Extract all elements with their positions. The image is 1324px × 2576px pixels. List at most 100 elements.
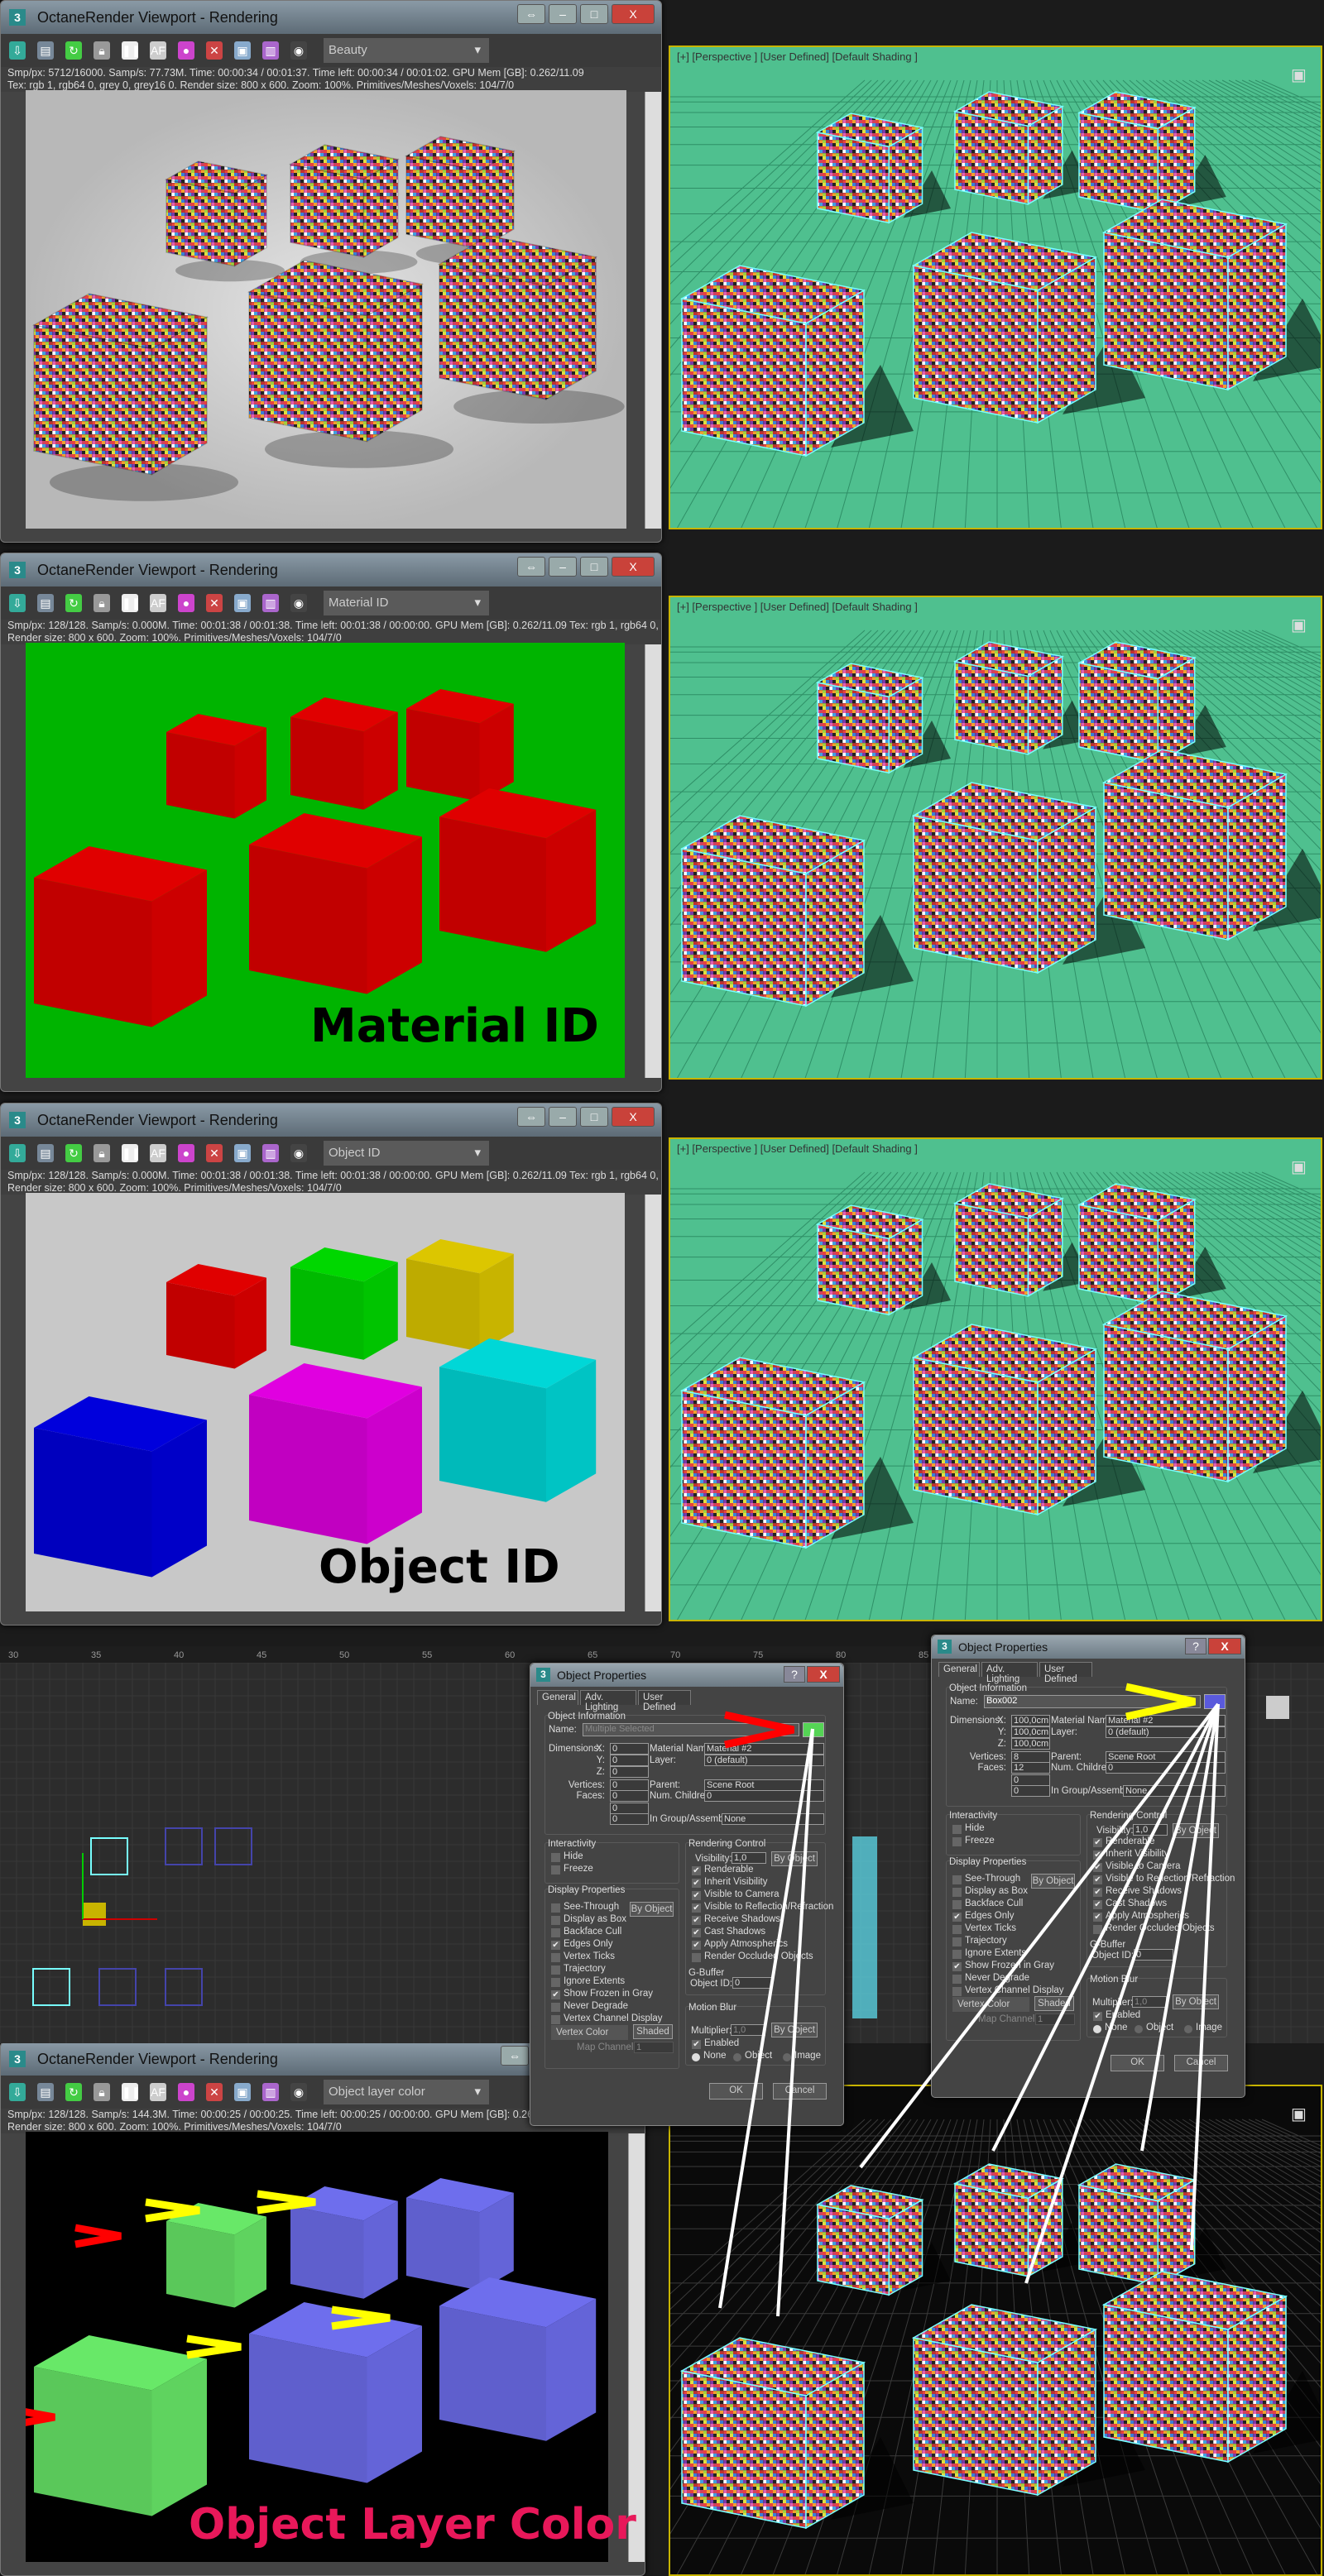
expand-icon[interactable]: ⇔ <box>501 2046 529 2066</box>
object-id-spinner[interactable]: 0 <box>1134 1949 1173 1961</box>
render-checkbox[interactable]: ✔ <box>692 1941 701 1950</box>
material-icon[interactable]: ▥ <box>262 1144 279 1162</box>
pause-icon[interactable]: ❚❚ <box>122 1144 141 1162</box>
tab-general[interactable]: General <box>938 1662 980 1677</box>
maximize-button[interactable]: □ <box>580 557 608 577</box>
name-field[interactable]: Box002 <box>984 1695 1201 1708</box>
restart-render-icon[interactable]: ↻ <box>65 594 82 612</box>
map-channel-field[interactable]: 1 <box>1035 2013 1075 2025</box>
render-checkbox[interactable]: ✔ <box>1093 1838 1102 1847</box>
display-checkbox[interactable] <box>551 1978 560 1987</box>
display-checkbox[interactable] <box>952 1925 962 1934</box>
help-button[interactable]: ? <box>1185 1638 1206 1654</box>
tab-adv-lighting[interactable]: Adv. Lighting <box>981 1662 1038 1684</box>
faces-field[interactable]: 12 <box>1011 1762 1050 1774</box>
extra-field[interactable]: 0 <box>1011 1785 1050 1797</box>
vertical-scrollbar[interactable] <box>645 644 661 1078</box>
in-group-field[interactable]: None <box>722 1813 824 1825</box>
vertex-color-dropdown[interactable]: Vertex Color <box>952 1997 1029 2012</box>
display-checkbox[interactable] <box>551 1903 560 1913</box>
dimension-x-field[interactable]: 0 <box>610 1743 649 1755</box>
close-button[interactable]: X <box>807 1666 840 1683</box>
region-render-icon[interactable]: ✕ <box>206 2083 223 2101</box>
viewport-label[interactable]: [+] [Perspective ] [User Defined] [Defau… <box>677 1142 918 1155</box>
in-group-field[interactable]: None <box>1123 1785 1226 1797</box>
display-checkbox[interactable] <box>952 1975 962 1984</box>
radio-none[interactable] <box>692 2053 700 2061</box>
extra-field[interactable]: 0 <box>610 1803 649 1814</box>
material-icon[interactable]: ▥ <box>262 41 279 60</box>
save-render-icon[interactable]: ⇩ <box>9 41 26 60</box>
map-channel-field[interactable]: 1 <box>634 2042 674 2053</box>
vertical-scrollbar[interactable] <box>628 2133 645 2562</box>
material-icon[interactable]: ▥ <box>262 594 279 612</box>
render-pass-dropdown[interactable]: Object ID <box>324 1141 489 1166</box>
radio-none[interactable] <box>1093 2025 1101 2033</box>
expand-icon[interactable]: ⇔ <box>517 1107 545 1127</box>
display-checkbox[interactable] <box>551 2003 560 2012</box>
render-pass-dropdown[interactable]: Object layer color <box>324 2080 489 2104</box>
render-checkbox[interactable]: ✔ <box>1093 1888 1102 1897</box>
minimize-button[interactable]: – <box>549 4 577 24</box>
display-checkbox[interactable] <box>551 1953 560 1962</box>
display-checkbox[interactable] <box>551 2015 560 2024</box>
dimension-y-field[interactable]: 0 <box>610 1755 649 1766</box>
display-checkbox[interactable] <box>952 1875 962 1884</box>
dimension-y-field[interactable]: 100,0cm <box>1011 1726 1050 1738</box>
ok-button[interactable]: OK <box>1111 2055 1164 2071</box>
radio-object[interactable] <box>733 2053 741 2061</box>
multiplier-spinner[interactable]: 1,0 <box>731 2024 765 2036</box>
layer-field[interactable]: 0 (default) <box>704 1755 824 1766</box>
by-object-button[interactable]: By Object <box>771 2023 818 2037</box>
viewport-label[interactable]: [+] [Perspective ] [User Defined] [Defau… <box>677 50 918 63</box>
cancel-button[interactable]: Cancel <box>1174 2055 1228 2071</box>
tab-user-defined[interactable]: User Defined <box>638 1690 691 1712</box>
by-object-button[interactable]: By Object <box>771 1851 818 1866</box>
radio-image[interactable] <box>783 2053 791 2061</box>
viewport-label[interactable]: [+] [Perspective ] [User Defined] [Defau… <box>677 601 918 613</box>
render-checkbox[interactable] <box>692 1953 701 1962</box>
display-checkbox[interactable]: ✔ <box>551 1990 560 1999</box>
dimension-x-field[interactable]: 100,0cm <box>1011 1715 1050 1726</box>
layer-field[interactable]: 0 (default) <box>1106 1726 1226 1738</box>
render-checkbox[interactable]: ✔ <box>1093 1851 1102 1860</box>
autofocus-icon[interactable]: AF <box>150 2083 166 2101</box>
num-children-field[interactable]: 0 <box>1106 1762 1226 1774</box>
display-checkbox[interactable] <box>551 1928 560 1937</box>
maximize-button[interactable]: □ <box>580 4 608 24</box>
lock-icon[interactable]: 🔒︎ <box>94 594 110 612</box>
color-picker-icon[interactable]: ● <box>178 41 194 60</box>
region-render-icon[interactable]: ✕ <box>206 1144 223 1162</box>
close-button[interactable]: X <box>612 4 655 24</box>
viewport-icon[interactable]: ▣ <box>234 1144 251 1162</box>
extra-field[interactable]: 0 <box>1011 1774 1050 1786</box>
autofocus-icon[interactable]: AF <box>150 1144 166 1162</box>
save-render-icon[interactable]: ⇩ <box>9 2083 26 2101</box>
expand-icon[interactable]: ⇔ <box>517 557 545 577</box>
copy-clipboard-icon[interactable]: ▤ <box>37 1144 54 1162</box>
pause-icon[interactable]: ❚❚ <box>122 594 141 612</box>
display-checkbox[interactable]: ✔ <box>952 1913 962 1922</box>
pause-icon[interactable]: ❚❚ <box>122 2083 141 2101</box>
autofocus-icon[interactable]: AF <box>150 41 166 60</box>
object-id-spinner[interactable]: 0 <box>732 1977 772 1989</box>
object-color-swatch[interactable] <box>803 1722 824 1737</box>
perspective-viewport[interactable]: [+] [Perspective ] [User Defined] [Defau… <box>669 1137 1322 1621</box>
material-name-field[interactable]: Material #2 <box>1106 1715 1226 1726</box>
viewport-icon[interactable]: ▣ <box>234 594 251 612</box>
vertical-scrollbar[interactable] <box>645 1195 661 1611</box>
viewport-icon[interactable]: ▣ <box>234 2083 251 2101</box>
dimension-z-field[interactable]: 100,0cm <box>1011 1738 1050 1750</box>
render-checkbox[interactable]: ✔ <box>692 1928 701 1937</box>
camera-icon[interactable]: ◉ <box>290 1144 307 1162</box>
display-checkbox[interactable] <box>952 1888 962 1897</box>
close-button[interactable]: X <box>612 1107 655 1127</box>
display-checkbox[interactable] <box>952 1900 962 1909</box>
visibility-spinner[interactable]: 1,0 <box>1133 1824 1168 1836</box>
camera-icon[interactable]: ◉ <box>290 2083 307 2101</box>
enabled-checkbox[interactable]: ✔ <box>1093 2012 1102 2021</box>
restart-render-icon[interactable]: ↻ <box>65 1144 82 1162</box>
lock-icon[interactable]: 🔒︎ <box>94 1144 110 1162</box>
name-field[interactable]: Multiple Selected <box>583 1723 799 1736</box>
close-button[interactable]: X <box>1208 1638 1241 1654</box>
